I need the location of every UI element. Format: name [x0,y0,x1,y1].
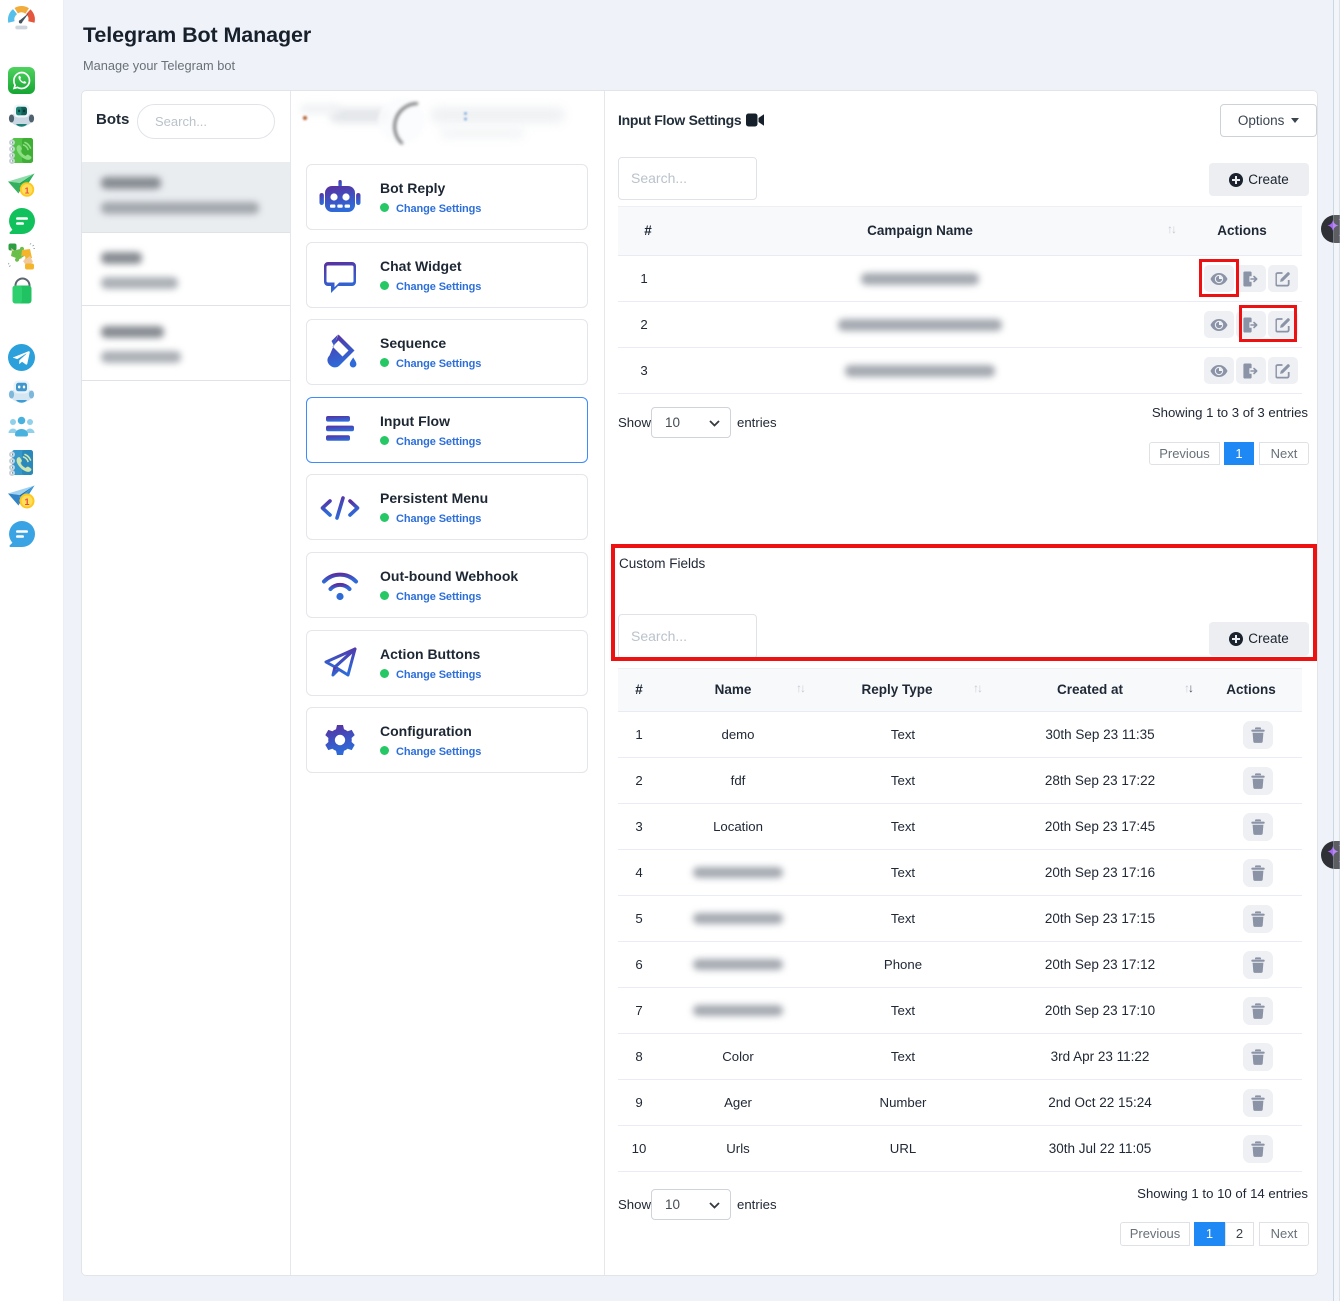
svg-text:1: 1 [25,185,30,195]
svg-text:1: 1 [24,497,29,507]
